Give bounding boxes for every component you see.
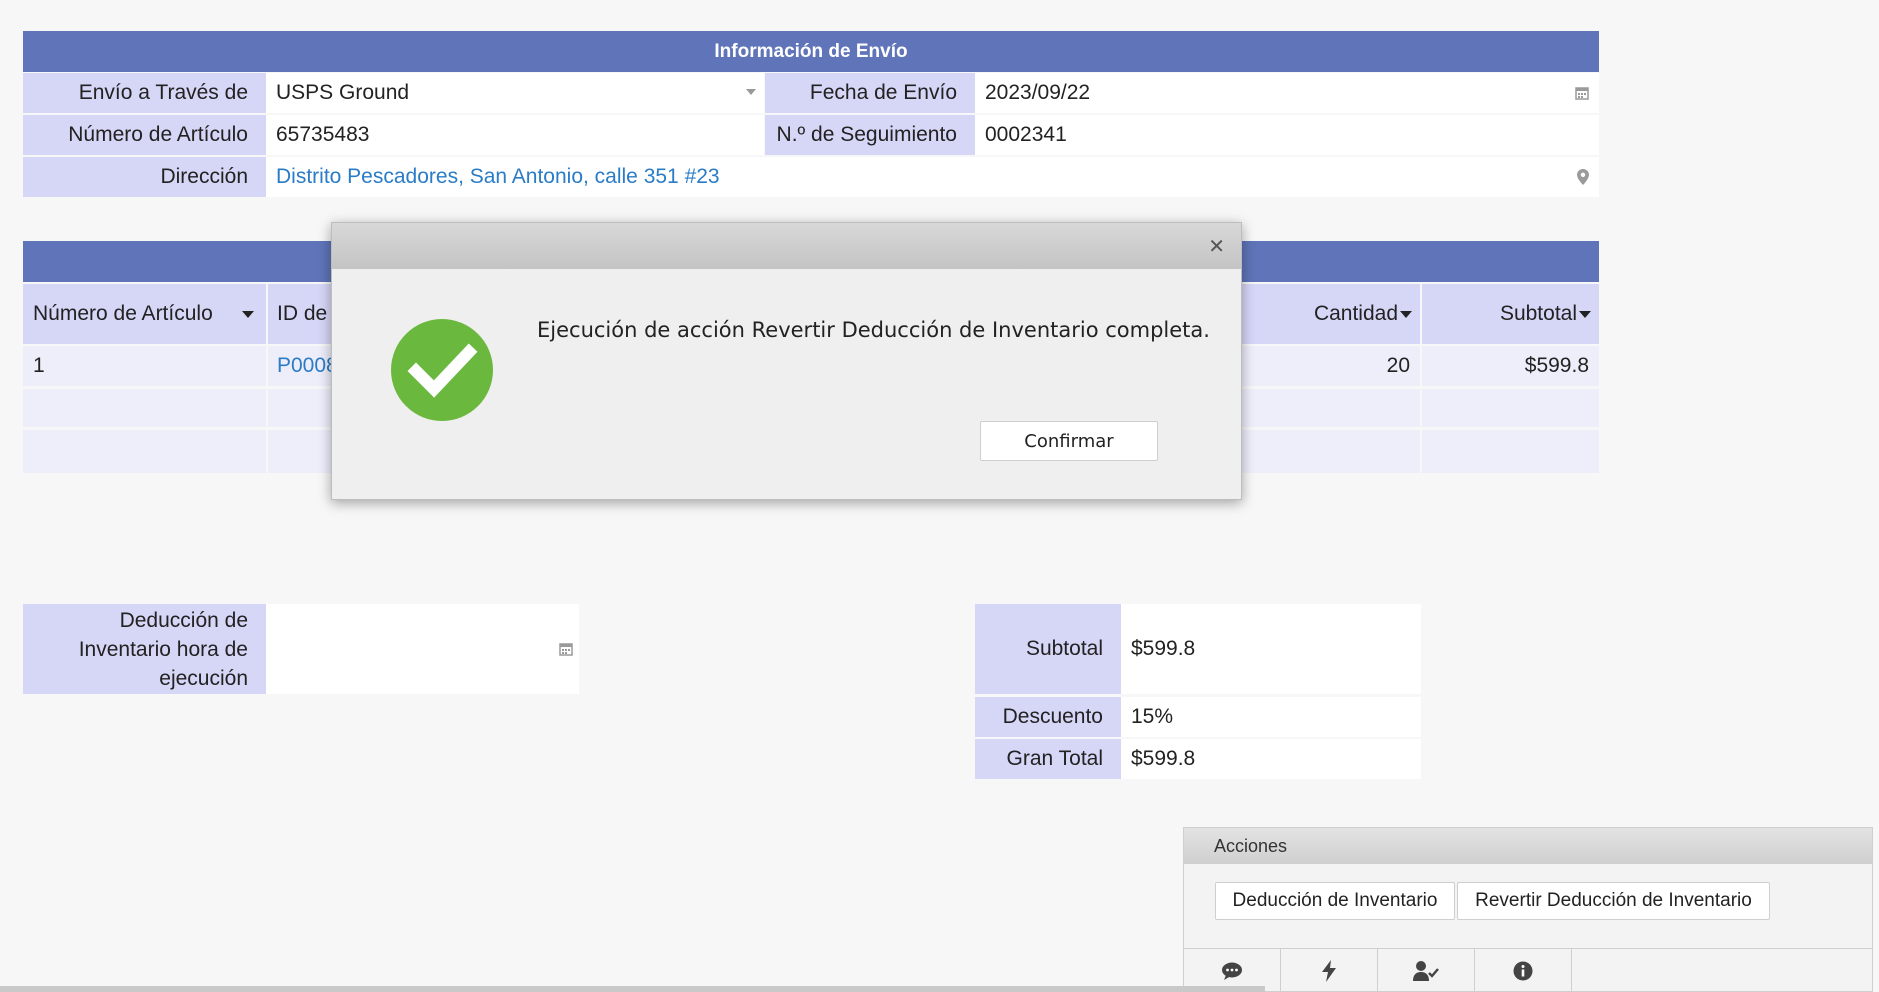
ship-via-select[interactable]: USPS Ground [266,73,764,113]
ship-date-label-text: Fecha de Envío [809,81,957,104]
discount-label: Descuento [975,697,1121,737]
totals-subtotal-label: Subtotal [975,604,1121,694]
sort-caret-icon[interactable] [1400,311,1412,318]
lightning-icon [1322,959,1336,982]
actions-panel-header: Acciones [1184,828,1872,864]
totals-subtotal-field[interactable]: $599.8 [1121,604,1421,694]
user-check-icon [1413,960,1439,981]
close-icon[interactable]: ✕ [1208,234,1225,259]
revert-inventory-deduction-button[interactable]: Revertir Deducción de Inventario [1457,882,1770,920]
address-label: Dirección [23,157,266,197]
calendar-icon[interactable] [559,642,573,656]
totals-subtotal-value: $599.8 [1131,637,1196,660]
col-header-subtotal[interactable]: Subtotal [1422,284,1599,344]
dropdown-caret-icon [746,89,756,95]
inventory-deduction-button[interactable]: Deducción de Inventario [1215,882,1455,920]
revert-inventory-deduction-button-label: Revertir Deducción de Inventario [1475,890,1752,911]
grand-total-label-text: Gran Total [1006,747,1104,770]
actions-panel: Acciones Deducción de Inventario Reverti… [1183,827,1873,992]
info-button[interactable] [1475,949,1572,992]
item-number-value: 65735483 [276,123,370,146]
ship-via-label-text: Envío a Través de [78,81,248,104]
success-dialog: ✕ Ejecución de acción Revertir Deducción… [331,222,1242,500]
horizontal-scrollbar[interactable] [0,986,1265,992]
cell-quantity: 20 [1386,354,1410,377]
table-row-item-number[interactable]: 1 [23,346,266,386]
map-pin-icon[interactable] [1577,169,1589,185]
dialog-title-bar: ✕ [332,223,1241,269]
approval-button[interactable] [1378,949,1475,992]
shipping-section-header: Información de Envío [23,31,1599,72]
tracking-label: N.º de Seguimiento [765,115,975,155]
grand-total-field[interactable]: $599.8 [1121,739,1421,779]
totals-subtotal-label-text: Subtotal [1025,637,1103,660]
info-icon [1513,961,1533,980]
ship-via-label: Envío a Través de [23,73,266,113]
ship-date-label: Fecha de Envío [765,73,975,113]
grand-total-label: Gran Total [975,739,1121,779]
tracking-label-text: N.º de Seguimiento [776,123,957,146]
ship-date-field[interactable]: 2023/09/22 [975,73,1599,113]
address-label-text: Dirección [160,165,248,188]
table-cell-empty[interactable] [1422,430,1599,473]
item-number-label: Número de Artículo [23,115,266,155]
discount-value: 15% [1131,705,1174,728]
success-check-icon [391,319,493,421]
address-link[interactable]: Distrito Pescadores, San Antonio, calle … [276,165,720,189]
ship-via-value: USPS Ground [276,81,410,104]
table-row-empty[interactable] [23,430,266,473]
calendar-icon[interactable] [1575,86,1589,100]
discount-field[interactable]: 15% [1121,697,1421,737]
item-number-field[interactable]: 65735483 [266,115,764,155]
deduction-time-label: Deducción de Inventario hora de ejecució… [23,604,266,694]
discount-label-text: Descuento [1002,705,1103,728]
table-cell-empty[interactable] [1422,389,1599,427]
grand-total-value: $599.8 [1131,747,1196,770]
sort-caret-icon[interactable] [1579,311,1591,318]
address-field[interactable]: Distrito Pescadores, San Antonio, calle … [266,157,1599,197]
item-number-label-text: Número de Artículo [68,123,248,146]
sort-caret-icon[interactable] [242,311,254,318]
col-header-id-text: ID de [277,302,328,325]
actions-title: Acciones [1214,835,1288,856]
tracking-value: 0002341 [985,123,1067,146]
cell-item-number: 1 [33,354,45,377]
comment-icon [1222,962,1242,980]
confirm-button[interactable]: Confirmar [980,421,1158,461]
confirm-button-label: Confirmar [1024,430,1114,452]
col-header-subtotal-text: Subtotal [1499,302,1577,325]
deduction-time-field[interactable] [266,604,579,694]
col-header-item-number-text: Número de Artículo [33,302,213,325]
action-trigger-button[interactable] [1281,949,1378,992]
ship-date-value: 2023/09/22 [985,81,1091,104]
table-row-subtotal[interactable]: $599.8 [1422,346,1599,386]
table-row-empty[interactable] [23,389,266,427]
dialog-message: Ejecución de acción Revertir Deducción d… [537,318,1210,342]
actions-toolbar [1184,948,1872,992]
deduction-time-label-text: Deducción de Inventario hora de ejecució… [78,608,248,690]
col-header-quantity-text: Cantidad [1313,302,1398,325]
cell-subtotal: $599.8 [1524,354,1589,377]
cell-id-link[interactable]: P0008 [277,354,338,378]
tracking-field[interactable]: 0002341 [975,115,1599,155]
inventory-deduction-button-label: Deducción de Inventario [1232,890,1438,911]
col-header-item-number[interactable]: Número de Artículo [23,284,266,344]
shipping-section-title: Información de Envío [714,40,908,62]
